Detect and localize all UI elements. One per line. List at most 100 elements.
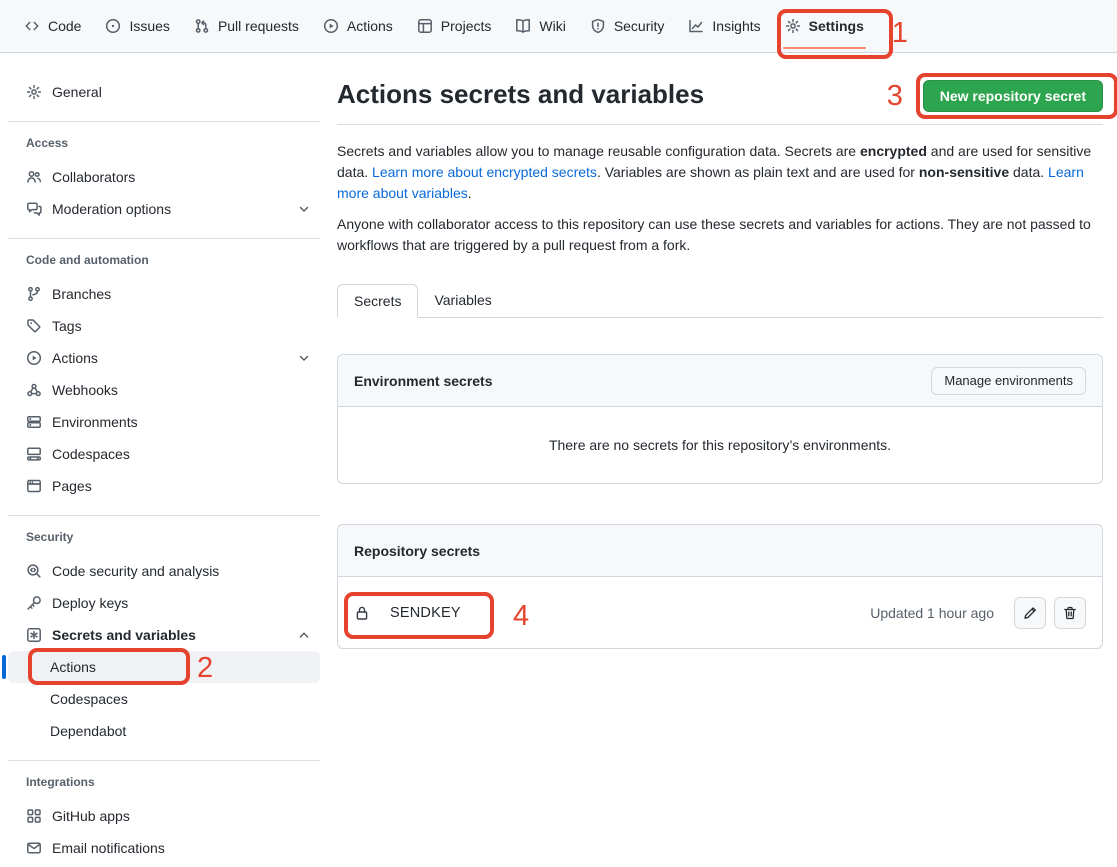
- environment-secrets-empty-message: There are no secrets for this repository…: [338, 407, 1102, 483]
- delete-secret-button[interactable]: [1054, 597, 1086, 629]
- nav-tab-settings[interactable]: Settings 1: [773, 0, 876, 52]
- sidebar-subitem-actions-secrets[interactable]: Actions 2: [8, 651, 320, 683]
- intro-text: Secrets and variables allow you to manag…: [337, 141, 1103, 256]
- annotation-box-settings: [777, 9, 893, 59]
- sidebar-item-pages[interactable]: Pages: [8, 470, 320, 502]
- server-icon: [26, 414, 42, 430]
- table-icon: [417, 18, 433, 34]
- code-icon: [24, 18, 40, 34]
- link-learn-more-encrypted-secrets[interactable]: Learn more about encrypted secrets: [372, 164, 597, 180]
- sidebar-item-label: Branches: [52, 286, 111, 302]
- play-circle-icon: [323, 18, 339, 34]
- manage-environments-button[interactable]: Manage environments: [931, 367, 1086, 395]
- sidebar-item-label: Environments: [52, 414, 138, 430]
- secret-row: SENDKEY 4 Updated 1 hour ago: [338, 577, 1102, 648]
- sidebar-item-tags[interactable]: Tags: [8, 310, 320, 342]
- sidebar-subitem-dependabot-secrets[interactable]: Dependabot: [8, 715, 320, 747]
- sidebar-item-label: Actions: [52, 350, 98, 366]
- apps-grid-icon: [26, 808, 42, 824]
- chevron-up-icon: [296, 627, 312, 643]
- nav-tab-label: Code: [48, 18, 81, 34]
- sidebar-item-deploy-keys[interactable]: Deploy keys: [8, 587, 320, 619]
- sidebar-item-moderation-options[interactable]: Moderation options: [8, 193, 320, 225]
- browser-icon: [26, 478, 42, 494]
- nav-tab-insights[interactable]: Insights: [676, 0, 772, 52]
- sidebar-item-label: GitHub apps: [52, 808, 130, 824]
- mail-icon: [26, 840, 42, 856]
- nav-tab-issues[interactable]: Issues: [93, 0, 181, 52]
- sidebar-section-header: Integrations: [8, 774, 320, 790]
- nav-tab-label: Projects: [441, 18, 492, 34]
- annotation-step-number: 1: [892, 19, 908, 48]
- nav-tab-wiki[interactable]: Wiki: [503, 0, 577, 52]
- git-branch-icon: [26, 286, 42, 302]
- annotation-step-number: 4: [513, 602, 529, 631]
- sidebar-subitem-codespaces-secrets[interactable]: Codespaces: [8, 683, 320, 715]
- sidebar-item-secrets-and-variables[interactable]: Secrets and variables: [8, 619, 320, 651]
- sidebar-item-email-notifications[interactable]: Email notifications: [8, 832, 320, 864]
- play-circle-icon: [26, 350, 42, 366]
- codescan-icon: [26, 563, 42, 579]
- nav-tab-label: Actions: [347, 18, 393, 34]
- intro-text-segment: .: [468, 185, 472, 201]
- nav-tab-actions[interactable]: Actions: [311, 0, 405, 52]
- key-icon: [26, 595, 42, 611]
- panel-title: Repository secrets: [354, 543, 480, 559]
- tab-variables[interactable]: Variables: [418, 284, 507, 318]
- sidebar-item-code-security[interactable]: Code security and analysis: [8, 555, 320, 587]
- sidebar-item-actions[interactable]: Actions: [8, 342, 320, 374]
- sidebar-item-collaborators[interactable]: Collaborators: [8, 161, 320, 193]
- nav-tab-projects[interactable]: Projects: [405, 0, 504, 52]
- sidebar-item-environments[interactable]: Environments: [8, 406, 320, 438]
- new-repository-secret-button[interactable]: New repository secret: [923, 80, 1103, 112]
- tab-secrets[interactable]: Secrets: [337, 284, 418, 318]
- edit-secret-button[interactable]: [1014, 597, 1046, 629]
- sidebar-item-codespaces[interactable]: Codespaces: [8, 438, 320, 470]
- book-icon: [515, 18, 531, 34]
- sidebar-item-label: Pages: [52, 478, 92, 494]
- sidebar-item-label: Collaborators: [52, 169, 135, 185]
- sidebar-item-github-apps[interactable]: GitHub apps: [8, 800, 320, 832]
- graph-icon: [688, 18, 704, 34]
- pull-request-icon: [194, 18, 210, 34]
- chevron-down-icon: [296, 201, 312, 217]
- nav-tab-label: Insights: [712, 18, 760, 34]
- sidebar-item-branches[interactable]: Branches: [8, 278, 320, 310]
- intro-paragraph-1: Secrets and variables allow you to manag…: [337, 141, 1103, 204]
- sidebar-item-webhooks[interactable]: Webhooks: [8, 374, 320, 406]
- lock-icon: [354, 605, 370, 621]
- key-asterisk-icon: [26, 627, 42, 643]
- nav-tab-label: Issues: [129, 18, 169, 34]
- sidebar-item-general[interactable]: General: [8, 76, 320, 108]
- sidebar-item-label: Actions: [50, 659, 96, 675]
- new-secret-button-wrap: New repository secret 3: [923, 80, 1103, 112]
- page-header: Actions secrets and variables New reposi…: [337, 78, 1103, 125]
- sidebar-section-header: Access: [8, 135, 320, 151]
- intro-bold-non-sensitive: non-sensitive: [919, 164, 1009, 180]
- intro-text-segment: Secrets and variables allow you to manag…: [337, 143, 860, 159]
- sidebar-item-label: Deploy keys: [52, 595, 128, 611]
- secret-updated-timestamp: Updated 1 hour ago: [870, 605, 994, 621]
- environment-secrets-header: Environment secrets Manage environments: [338, 355, 1102, 407]
- nav-tab-label: Wiki: [539, 18, 565, 34]
- secret-row-actions: Updated 1 hour ago: [870, 597, 1086, 629]
- sidebar-divider: [8, 238, 320, 239]
- sidebar-item-label: Dependabot: [50, 723, 126, 739]
- sidebar-section-header: Code and automation: [8, 252, 320, 268]
- page-title: Actions secrets and variables: [337, 78, 704, 110]
- sidebar-divider: [8, 121, 320, 122]
- codespaces-icon: [26, 446, 42, 462]
- repository-secrets-header: Repository secrets: [338, 525, 1102, 577]
- chevron-down-icon: [296, 350, 312, 366]
- nav-tab-security[interactable]: Security: [578, 0, 677, 52]
- nav-tab-pull-requests[interactable]: Pull requests: [182, 0, 311, 52]
- people-icon: [26, 169, 42, 185]
- issue-icon: [105, 18, 121, 34]
- trash-icon: [1062, 605, 1078, 621]
- sidebar-item-label: Secrets and variables: [52, 627, 196, 643]
- repository-secrets-panel: Repository secrets SENDKEY 4 Updated 1 h…: [337, 524, 1103, 649]
- sidebar-item-label: Email notifications: [52, 840, 165, 856]
- environment-secrets-panel: Environment secrets Manage environments …: [337, 354, 1103, 484]
- main-content: Actions secrets and variables New reposi…: [337, 53, 1103, 649]
- nav-tab-code[interactable]: Code: [12, 0, 93, 52]
